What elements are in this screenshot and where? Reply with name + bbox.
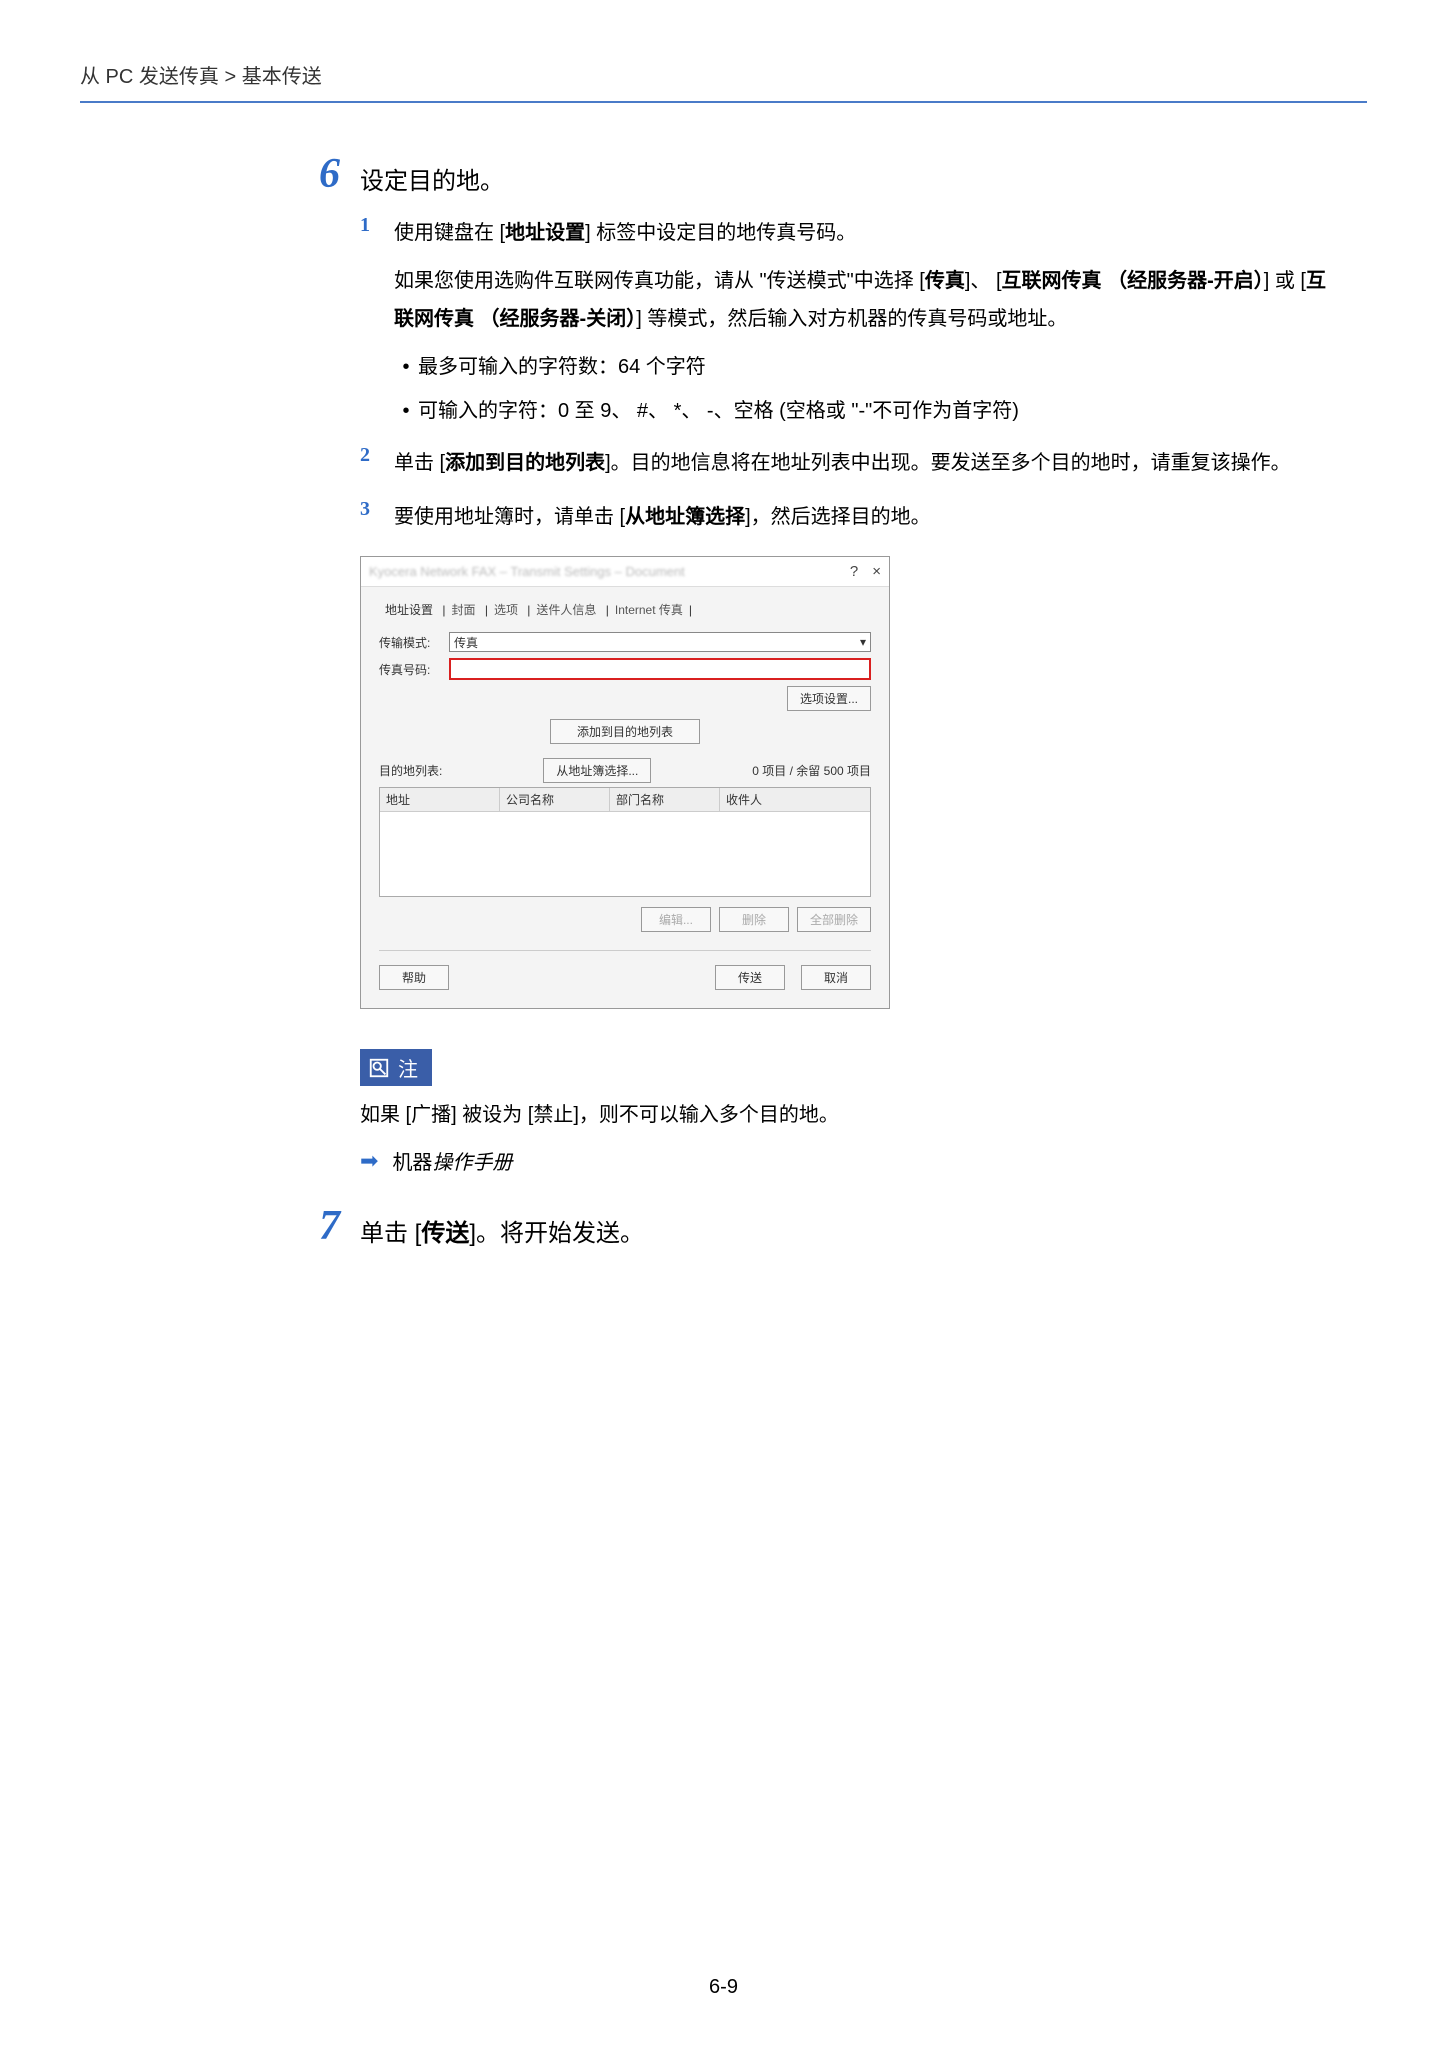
fax-number-input[interactable] xyxy=(449,658,871,680)
edit-button[interactable]: 编辑... xyxy=(641,907,711,932)
step-number-6: 6 xyxy=(280,153,340,195)
option-settings-button[interactable]: 选项设置... xyxy=(787,686,871,711)
item-count: 0 项目 / 余留 500 项目 xyxy=(752,762,871,779)
step-6-header: 6 设定目的地。 xyxy=(280,153,1330,196)
th-company: 公司名称 xyxy=(500,788,610,811)
substep-number-1: 1 xyxy=(360,214,384,237)
substep-number-2: 2 xyxy=(360,444,384,467)
add-to-list-button[interactable]: 添加到目的地列表 xyxy=(550,719,700,744)
note-icon xyxy=(368,1057,390,1079)
step-7-header: 7 单击 [传送]。将开始发送。 xyxy=(280,1205,1330,1248)
substep-number-3: 3 xyxy=(360,498,384,521)
cancel-button[interactable]: 取消 xyxy=(801,965,871,990)
mode-select[interactable]: 传真 ▾ xyxy=(449,632,871,652)
substep-1-text: 使用键盘在 [地址设置] 标签中设定目的地传真号码。 xyxy=(394,214,856,252)
dialog-tabs: 地址设置 |封面 |选项 |送件人信息 |Internet 传真| xyxy=(379,601,871,618)
faxno-label: 传真号码: xyxy=(379,661,449,678)
bullet-2: • 可输入的字符：0 至 9、 #、 *、 -、空格 (空格或 "-"不可作为首… xyxy=(394,394,1330,428)
send-button[interactable]: 传送 xyxy=(715,965,785,990)
close-icon[interactable]: × xyxy=(872,563,881,580)
substep-2-text: 单击 [添加到目的地列表]。目的地信息将在地址列表中出现。要发送至多个目的地时，… xyxy=(394,444,1291,482)
tab-cover[interactable]: 封面 xyxy=(445,600,481,620)
substep-2: 2 单击 [添加到目的地列表]。目的地信息将在地址列表中出现。要发送至多个目的地… xyxy=(360,444,1330,482)
transmit-settings-dialog: Kyocera Network FAX – Transmit Settings … xyxy=(360,556,890,1009)
from-address-book-button[interactable]: 从地址簿选择... xyxy=(543,758,651,783)
step-6-title: 设定目的地。 xyxy=(360,153,504,196)
arrow-right-icon: ➡ xyxy=(360,1148,378,1174)
dialog-title: Kyocera Network FAX – Transmit Settings … xyxy=(369,564,685,579)
note-block: 注 如果 [广播] 被设为 [禁止]，则不可以输入多个目的地。 ➡ 机器操作手册 xyxy=(360,1049,1330,1175)
page-number: 6-9 xyxy=(0,1976,1447,1999)
substep-1-para2: 如果您使用选购件互联网传真功能，请从 "传送模式"中选择 [传真]、 [互联网传… xyxy=(360,262,1330,338)
bullet-1: • 最多可输入的字符数：64 个字符 xyxy=(394,350,1330,384)
list-label: 目的地列表: xyxy=(379,762,442,779)
substep-3-text: 要使用地址簿时，请单击 [从地址簿选择]，然后选择目的地。 xyxy=(394,498,931,536)
note-body: 如果 [广播] 被设为 [禁止]，则不可以输入多个目的地。 xyxy=(360,1096,1330,1134)
help-button[interactable]: 帮助 xyxy=(379,965,449,990)
delete-all-button[interactable]: 全部删除 xyxy=(797,907,871,932)
help-icon[interactable]: ? xyxy=(850,563,858,580)
tab-options[interactable]: 选项 xyxy=(488,600,524,620)
substep-1: 1 使用键盘在 [地址设置] 标签中设定目的地传真号码。 xyxy=(360,214,1330,252)
destination-table[interactable]: 地址 公司名称 部门名称 收件人 xyxy=(379,787,871,897)
tab-internet-fax[interactable]: Internet 传真 xyxy=(609,600,689,620)
chevron-down-icon: ▾ xyxy=(860,635,866,649)
reference-row: ➡ 机器操作手册 xyxy=(360,1146,1330,1175)
delete-button[interactable]: 删除 xyxy=(719,907,789,932)
note-header: 注 xyxy=(360,1049,432,1086)
step-7-title: 单击 [传送]。将开始发送。 xyxy=(360,1205,644,1248)
tab-address[interactable]: 地址设置 xyxy=(379,600,439,620)
th-recipient: 收件人 xyxy=(720,788,870,811)
substep-3: 3 要使用地址簿时，请单击 [从地址簿选择]，然后选择目的地。 xyxy=(360,498,1330,536)
step-number-7: 7 xyxy=(280,1205,340,1247)
th-dept: 部门名称 xyxy=(610,788,720,811)
breadcrumb: 从 PC 发送传真 > 基本传送 xyxy=(80,60,1367,103)
dialog-titlebar: Kyocera Network FAX – Transmit Settings … xyxy=(361,557,889,587)
tab-sender[interactable]: 送件人信息 xyxy=(530,600,602,620)
th-address: 地址 xyxy=(380,788,500,811)
mode-label: 传输模式: xyxy=(379,634,449,651)
